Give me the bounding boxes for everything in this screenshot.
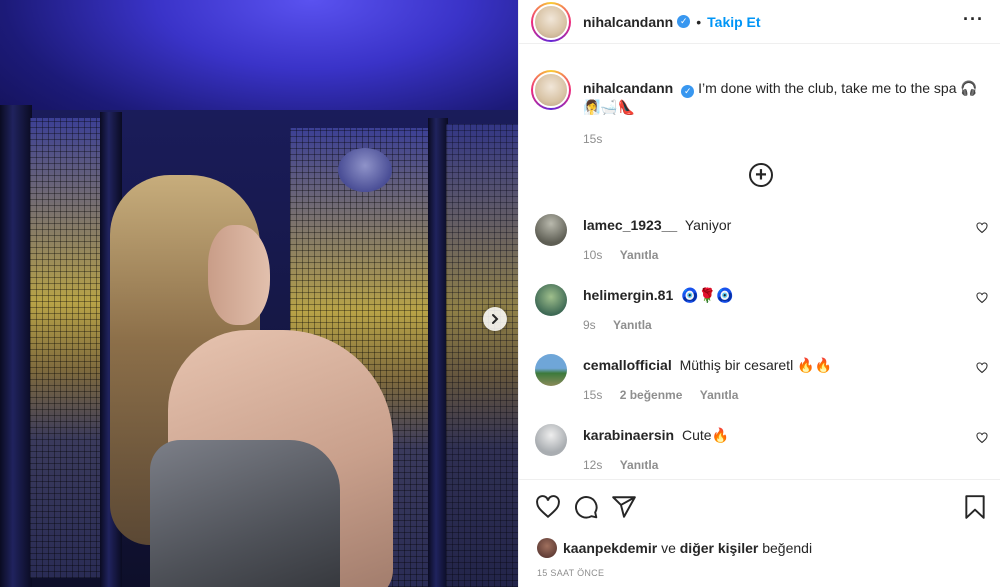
liked-by-others[interactable]: diğer kişiler — [680, 540, 759, 556]
liked-by-avatar[interactable] — [537, 538, 557, 558]
image-pillar — [0, 105, 32, 587]
author-avatar[interactable] — [531, 1, 571, 42]
image-mosaic — [30, 118, 102, 578]
heart-icon[interactable] — [976, 432, 988, 444]
image-towel — [150, 440, 340, 587]
comment-time[interactable]: 12s — [583, 458, 602, 472]
comment-item: helimergin.81 🧿🌹🧿 9s Yanıtla — [535, 284, 988, 344]
heart-icon[interactable] — [535, 494, 561, 520]
liked-by-connector: ve — [661, 540, 676, 556]
comment-item: karabinaersin Cute🔥 12s Yanıtla — [535, 424, 988, 484]
comment-avatar[interactable] — [535, 424, 567, 456]
comment-text: Yaniyor — [684, 217, 732, 233]
comment-avatar[interactable] — [535, 354, 567, 386]
comments-section[interactable]: nihalcandann ✓ I’m done with the club, ta… — [519, 54, 1000, 479]
comment-username[interactable]: helimergin.81 — [583, 287, 673, 303]
comment-item: cemallofficial Müthiş bir cesaretl 🔥🔥 15… — [535, 354, 988, 414]
liked-by: kaanpekdemir ve diğer kişiler beğendi — [537, 538, 812, 558]
heart-icon[interactable] — [976, 362, 988, 374]
heart-icon[interactable] — [976, 292, 988, 304]
comment-username[interactable]: cemallofficial — [583, 357, 672, 373]
comment-avatar[interactable] — [535, 284, 567, 316]
post-timestamp[interactable]: 15 SAAT ÖNCE — [537, 568, 604, 578]
post-actions: kaanpekdemir ve diğer kişiler beğendi 15… — [519, 479, 1000, 587]
follow-button[interactable]: Takip Et — [707, 14, 760, 30]
comment-text: Cute🔥 — [681, 427, 729, 443]
image-face — [208, 225, 270, 325]
caption-avatar[interactable] — [531, 70, 571, 110]
reply-button[interactable]: Yanıtla — [620, 248, 659, 262]
comment-time[interactable]: 10s — [583, 248, 602, 262]
comment-time[interactable]: 15s — [583, 388, 602, 402]
comment-text: Müthiş bir cesaretl 🔥🔥 — [679, 357, 832, 373]
liked-by-user[interactable]: kaanpekdemir — [563, 540, 657, 556]
caption-time[interactable]: 15s — [583, 132, 602, 146]
comment-item: lamec_1923__ Yaniyor 10s Yanıtla — [535, 214, 988, 274]
plus-circle-icon: + — [755, 164, 767, 186]
caption-username[interactable]: nihalcandann — [583, 80, 673, 96]
chevron-right-icon — [492, 314, 499, 324]
image-mosaic — [446, 124, 518, 587]
verified-badge-icon: ✓ — [677, 15, 691, 28]
next-image-button[interactable] — [483, 307, 507, 331]
author-username[interactable]: nihalcandann — [583, 14, 673, 30]
liked-by-suffix: beğendi — [762, 540, 813, 556]
separator-dot: • — [696, 13, 702, 30]
comment-icon[interactable] — [573, 494, 599, 520]
comment-text: 🧿🌹🧿 — [681, 287, 734, 303]
comment-like-count[interactable]: 2 beğenme — [620, 388, 683, 402]
comment-avatar[interactable] — [535, 214, 567, 246]
post-caption: nihalcandann ✓ I’m done with the club, ta… — [531, 70, 984, 148]
share-icon[interactable] — [611, 494, 637, 520]
comment-time[interactable]: 9s — [583, 318, 596, 332]
comment-username[interactable]: lamec_1923__ — [583, 217, 677, 233]
bookmark-icon[interactable] — [962, 494, 988, 520]
verified-badge-icon: ✓ — [681, 84, 695, 98]
image-lamp — [338, 148, 392, 192]
post-header: nihalcandann ✓ • Takip Et ··· — [519, 0, 1000, 44]
reply-button[interactable]: Yanıtla — [613, 318, 652, 332]
action-icons — [535, 494, 988, 520]
heart-icon[interactable] — [976, 222, 988, 234]
post-sidebar: nihalcandann ✓ • Takip Et ··· nihalcanda… — [518, 0, 1000, 587]
reply-button[interactable]: Yanıtla — [620, 458, 659, 472]
image-pillar — [428, 118, 448, 587]
load-more-comments-button[interactable]: + — [749, 163, 773, 187]
reply-button[interactable]: Yanıtla — [700, 388, 739, 402]
more-options-icon[interactable]: ··· — [963, 10, 984, 28]
post-image[interactable] — [0, 0, 518, 587]
comment-username[interactable]: karabinaersin — [583, 427, 674, 443]
